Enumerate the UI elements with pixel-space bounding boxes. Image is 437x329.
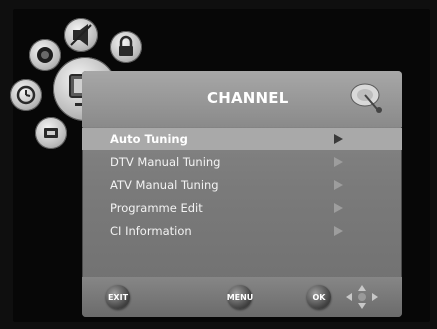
arrow-right-icon	[334, 203, 343, 213]
menu-item-label: ATV Manual Tuning	[110, 178, 219, 192]
arrow-right-icon	[334, 157, 343, 167]
satellite-dish-icon	[350, 83, 382, 113]
sound-icon[interactable]	[64, 18, 98, 52]
menu-item-label: CI Information	[110, 224, 192, 238]
menu-item-atv-manual-tuning[interactable]: ATV Manual Tuning	[82, 174, 402, 196]
menu-item-dtv-manual-tuning[interactable]: DTV Manual Tuning	[82, 151, 402, 173]
page-title: CHANNEL	[207, 89, 289, 107]
arrow-right-icon	[334, 226, 343, 236]
menu-header: CHANNEL	[82, 71, 402, 127]
menu-item-programme-edit[interactable]: Programme Edit	[82, 197, 402, 219]
menu-item-auto-tuning[interactable]: Auto Tuning	[82, 128, 402, 150]
menu-item-label: Programme Edit	[110, 201, 203, 215]
menu-item-label: DTV Manual Tuning	[110, 155, 221, 169]
menu-item-label: Auto Tuning	[110, 132, 188, 146]
channel-menu-panel: CHANNEL Auto Tuning DTV Manual Tuning AT…	[82, 71, 402, 317]
arrow-right-icon	[334, 180, 343, 190]
button-bar: EXIT MENU OK	[82, 277, 402, 317]
menu-item-ci-information[interactable]: CI Information	[82, 220, 402, 242]
setup-icon[interactable]	[35, 117, 67, 149]
ok-button[interactable]: OK	[307, 285, 331, 309]
arrow-right-icon	[334, 134, 343, 144]
menu-button[interactable]: MENU	[227, 285, 253, 309]
navigation-arrows-icon	[346, 285, 378, 309]
exit-button[interactable]: EXIT	[106, 285, 130, 309]
clock-icon[interactable]	[10, 79, 42, 111]
